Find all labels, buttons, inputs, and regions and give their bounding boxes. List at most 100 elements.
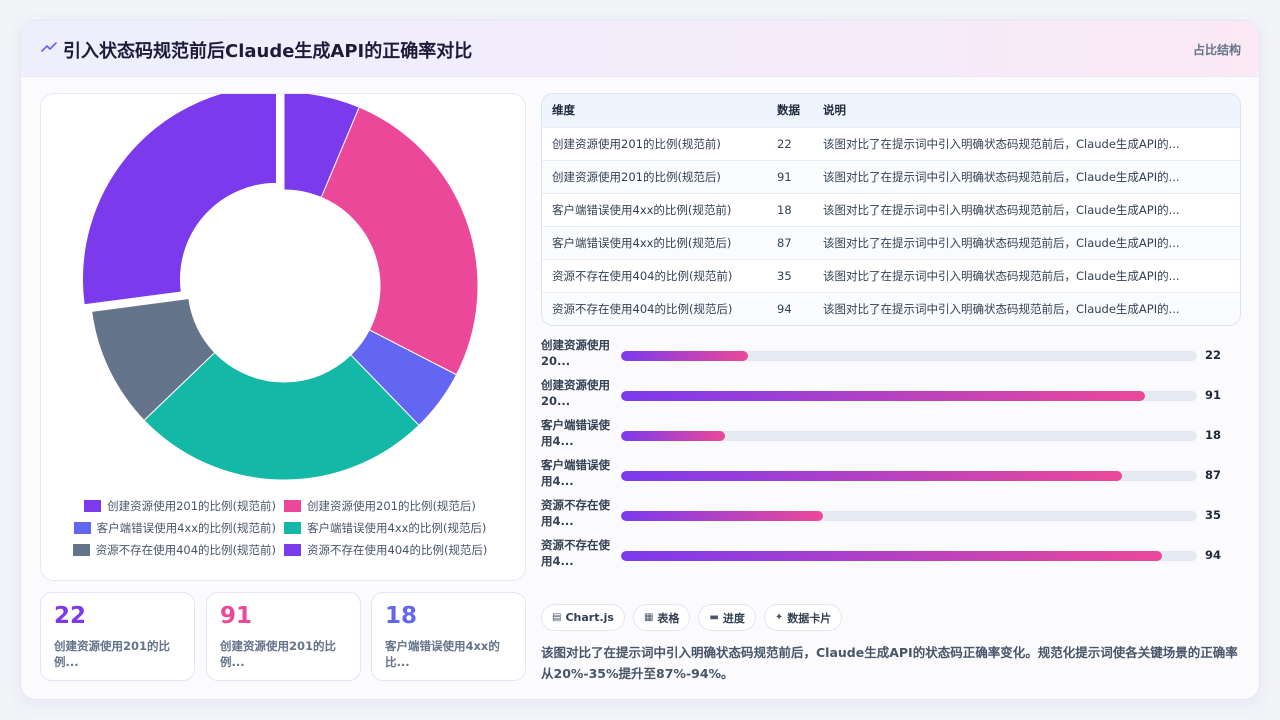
legend-item[interactable]: 资源不存在使用404的比例(规范前) xyxy=(71,543,276,557)
legend-label: 资源不存在使用404的比例(规范后) xyxy=(307,543,488,557)
chip-label: 进度 xyxy=(722,611,745,625)
cell-value: 35 xyxy=(767,258,813,292)
progress-label: 客户端错误使用4... xyxy=(541,418,610,448)
legend-item[interactable]: 创建资源使用201的比例(规范前) xyxy=(71,499,276,513)
trend-line-icon xyxy=(41,42,57,52)
progress-label: 创建资源使用20... xyxy=(541,378,610,408)
table-header-row: 维度 数据 说明 xyxy=(542,94,1240,127)
progress-fill xyxy=(621,391,1146,401)
legend-swatch xyxy=(84,500,102,512)
stat-value: 18 xyxy=(385,603,418,629)
legend-label: 资源不存在使用404的比例(规范前) xyxy=(95,543,276,557)
chart-icon: ▤ xyxy=(552,612,562,623)
data-table: 维度 数据 说明 创建资源使用201的比例(规范前) 22 该图对比了在提示词中引入… xyxy=(542,94,1240,325)
progress-value: 91 xyxy=(1205,388,1222,402)
donut-chart-panel: 创建资源使用201的比例(规范前) 创建资源使用201的比例(规范后) 客户端错误使… xyxy=(40,93,526,581)
progress-fill xyxy=(621,511,823,521)
data-table-container: 维度 数据 说明 创建资源使用201的比例(规范前) 22 该图对比了在提示词中引入… xyxy=(541,93,1241,326)
table-body: 创建资源使用201的比例(规范前) 22 该图对比了在提示词中引入明确状态码规范前后… xyxy=(542,126,1240,325)
progress-fill xyxy=(621,471,1123,481)
column-header-note: 说明 xyxy=(813,94,1240,127)
chip-table[interactable]: ▦ 表格 xyxy=(632,604,691,631)
progress-fill xyxy=(621,431,725,441)
progress-label: 创建资源使用20... xyxy=(541,338,610,368)
progress-row: 资源不存在使用4... 35 xyxy=(541,497,1241,537)
chart-description: 该图对比了在提示词中引入明确状态码规范前后，Claude生成API的状态码正确率… xyxy=(541,645,1238,681)
stat-card-1: 22 创建资源使用201的比例... xyxy=(40,592,195,681)
chip-chart[interactable]: ▤ Chart.js xyxy=(541,604,625,631)
table-icon: ▦ xyxy=(643,612,654,623)
progress-value: 22 xyxy=(1205,348,1222,362)
progress-label: 资源不存在使用4... xyxy=(541,538,610,568)
progress-track xyxy=(621,351,1197,361)
donut-slice[interactable] xyxy=(320,106,479,376)
cell-dimension: 资源不存在使用404的比例(规范前) xyxy=(542,258,767,292)
cell-value: 94 xyxy=(767,291,813,325)
table-row: 创建资源使用201的比例(规范前) 22 该图对比了在提示词中引入明确状态码规范前后… xyxy=(542,126,1240,160)
legend-swatch xyxy=(72,544,90,556)
donut-chart xyxy=(81,94,479,481)
progress-track xyxy=(621,431,1197,441)
progress-row: 客户端错误使用4... 87 xyxy=(541,457,1241,497)
chip-sparkle[interactable]: ✦ 数据卡片 xyxy=(763,604,843,631)
cell-note: 该图对比了在提示词中引入明确状态码规范前后，Claude生成API的... xyxy=(813,159,1240,193)
stat-card-2: 91 创建资源使用201的比例... xyxy=(206,592,361,681)
table-row: 客户端错误使用4xx的比例(规范后) 87 该图对比了在提示词中引入明确状态码规范前… xyxy=(542,225,1240,259)
progress-fill xyxy=(621,351,748,361)
progress-track xyxy=(621,551,1197,561)
cell-dimension: 客户端错误使用4xx的比例(规范前) xyxy=(542,192,767,226)
chip-label: 表格 xyxy=(657,611,680,625)
table-row: 资源不存在使用404的比例(规范后) 94 该图对比了在提示词中引入明确状态码规范前… xyxy=(542,291,1240,325)
sparkle-icon: ✦ xyxy=(774,612,784,623)
legend-label: 客户端错误使用4xx的比例(规范前) xyxy=(96,521,276,535)
progress-row: 创建资源使用20... 22 xyxy=(541,337,1241,377)
progress-row: 客户端错误使用4... 18 xyxy=(541,417,1241,457)
stat-label: 创建资源使用201的比例... xyxy=(54,639,171,669)
progress-row: 创建资源使用20... 91 xyxy=(541,377,1241,417)
feature-chips: ▤ Chart.js ▦ 表格 ▬ 进度 ✦ 数据卡片 xyxy=(541,604,843,632)
chip-label: 数据卡片 xyxy=(787,611,832,625)
progress-value: 94 xyxy=(1205,548,1222,562)
donut-slice[interactable] xyxy=(81,94,277,306)
cell-note: 该图对比了在提示词中引入明确状态码规范前后，Claude生成API的... xyxy=(813,258,1240,292)
stat-label: 客户端错误使用4xx的比... xyxy=(385,639,500,669)
table-row: 客户端错误使用4xx的比例(规范前) 18 该图对比了在提示词中引入明确状态码规范前… xyxy=(542,192,1240,226)
header: 引入状态码规范前后Claude生成API的正确率对比 占比结构 xyxy=(21,21,1259,77)
stat-label: 创建资源使用201的比例... xyxy=(220,639,337,669)
column-header-value: 数据 xyxy=(767,94,813,127)
progress-fill xyxy=(621,551,1163,561)
column-header-dimension: 维度 xyxy=(542,94,767,127)
progress-track xyxy=(621,391,1197,401)
legend-item[interactable]: 创建资源使用201的比例(规范后) xyxy=(284,499,494,513)
progress-value: 87 xyxy=(1205,468,1222,482)
legend-label: 创建资源使用201的比例(规范后) xyxy=(307,499,476,513)
legend-swatch xyxy=(284,500,301,512)
legend-item[interactable]: 客户端错误使用4xx的比例(规范后) xyxy=(284,521,494,535)
cell-value: 87 xyxy=(767,225,813,259)
cell-value: 18 xyxy=(767,192,813,226)
page-title: 引入状态码规范前后Claude生成API的正确率对比 xyxy=(63,41,473,62)
legend-swatch xyxy=(284,522,301,534)
progress-icon: ▬ xyxy=(709,612,719,623)
legend-swatch xyxy=(73,522,91,534)
progress-track xyxy=(621,471,1197,481)
stat-card-3: 18 客户端错误使用4xx的比... xyxy=(371,592,526,681)
progress-label: 资源不存在使用4... xyxy=(541,498,610,528)
cell-dimension: 创建资源使用201的比例(规范前) xyxy=(542,126,767,160)
cell-dimension: 客户端错误使用4xx的比例(规范后) xyxy=(542,225,767,259)
progress-label: 客户端错误使用4... xyxy=(541,458,610,488)
stat-value: 22 xyxy=(54,603,87,629)
legend-item[interactable]: 资源不存在使用404的比例(规范后) xyxy=(284,543,494,557)
progress-value: 18 xyxy=(1205,428,1222,442)
cell-note: 该图对比了在提示词中引入明确状态码规范前后，Claude生成API的... xyxy=(813,225,1240,259)
cell-dimension: 资源不存在使用404的比例(规范后) xyxy=(542,291,767,325)
legend-item[interactable]: 客户端错误使用4xx的比例(规范前) xyxy=(71,521,276,535)
cell-dimension: 创建资源使用201的比例(规范后) xyxy=(542,159,767,193)
legend-label: 创建资源使用201的比例(规范前) xyxy=(107,499,276,513)
progress-bars: 创建资源使用20... 22 创建资源使用20... 91 客户端错误使用4... 18 客… xyxy=(541,337,1241,577)
cell-value: 22 xyxy=(767,126,813,160)
chart-type-tag: 占比结构 xyxy=(1192,43,1241,57)
chip-progress[interactable]: ▬ 进度 xyxy=(698,604,756,631)
progress-row: 资源不存在使用4... 94 xyxy=(541,537,1241,577)
cell-note: 该图对比了在提示词中引入明确状态码规范前后，Claude生成API的... xyxy=(813,291,1240,325)
